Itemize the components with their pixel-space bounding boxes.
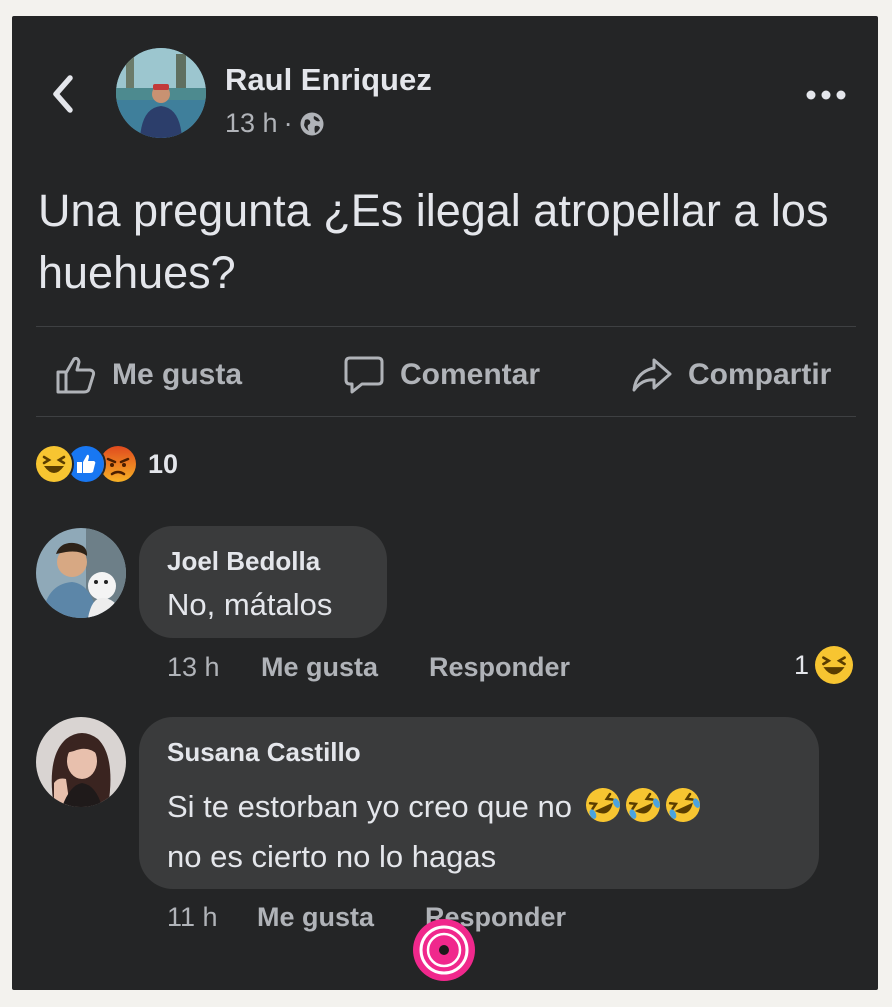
comment-time: 11 h [167, 902, 218, 932]
comment-text: Si te estorban yo creo que no [167, 783, 701, 831]
globe-icon[interactable] [299, 111, 325, 137]
comment-like-button[interactable]: Me gusta [261, 652, 378, 683]
like-label: Me gusta [112, 358, 243, 391]
comment-button[interactable]: Comentar [342, 352, 540, 398]
screen-record-button[interactable] [412, 918, 476, 982]
more-dots-icon [806, 90, 846, 100]
speech-bubble-icon [344, 356, 384, 394]
commenter-name[interactable]: Susana Castillo [167, 737, 361, 768]
comment-text-line1: Si te estorban yo creo que no [167, 789, 572, 824]
post-text: Una pregunta ¿Es ilegal atropellar a los… [38, 185, 829, 298]
comment-reply-button[interactable]: Responder [429, 652, 570, 683]
author-name[interactable]: Raul Enriquez [225, 62, 432, 98]
comment-time: 13 h [167, 652, 220, 682]
comment-label: Comentar [400, 358, 541, 391]
commenter-name[interactable]: Joel Bedolla [167, 546, 320, 577]
share-label: Compartir [688, 358, 832, 391]
reaction-count: 10 [148, 448, 179, 479]
comment-text: No, mátalos [167, 587, 333, 622]
share-arrow-icon [632, 358, 672, 392]
meta-separator: · [283, 108, 293, 138]
post-meta: 13 h · [225, 108, 325, 139]
chevron-left-icon [53, 75, 73, 113]
commenter-avatar[interactable] [36, 528, 126, 618]
comment-reactions[interactable]: 1 [794, 646, 854, 684]
comment-reaction-count: 1 [794, 649, 810, 680]
more-options-button[interactable] [802, 78, 850, 112]
rolling-laughing-emoji-icon [665, 788, 700, 822]
post-screen: Raul Enriquez 13 h · Una pregunta ¿Es il… [12, 16, 878, 990]
author-avatar[interactable] [116, 48, 206, 138]
divider-bottom [36, 416, 856, 417]
like-button[interactable]: Me gusta [54, 352, 242, 398]
rolling-laughing-emoji-icon [625, 788, 660, 822]
commenter-avatar[interactable] [36, 717, 126, 807]
comment-like-button[interactable]: Me gusta [257, 902, 374, 933]
comment-text-line2: no es cierto no lo hagas [167, 839, 497, 874]
record-icon [413, 919, 475, 981]
laughing-emoji-icon [815, 646, 854, 684]
laughing-emoji-icon [34, 444, 74, 484]
divider-top [36, 326, 856, 327]
thumbs-up-icon [56, 356, 96, 394]
share-button[interactable]: Compartir [630, 352, 831, 398]
reactions-summary[interactable]: 10 [34, 444, 178, 484]
back-button[interactable] [46, 72, 82, 116]
rolling-laughing-emoji-icon [585, 788, 620, 822]
post-time[interactable]: 13 h [225, 108, 278, 139]
